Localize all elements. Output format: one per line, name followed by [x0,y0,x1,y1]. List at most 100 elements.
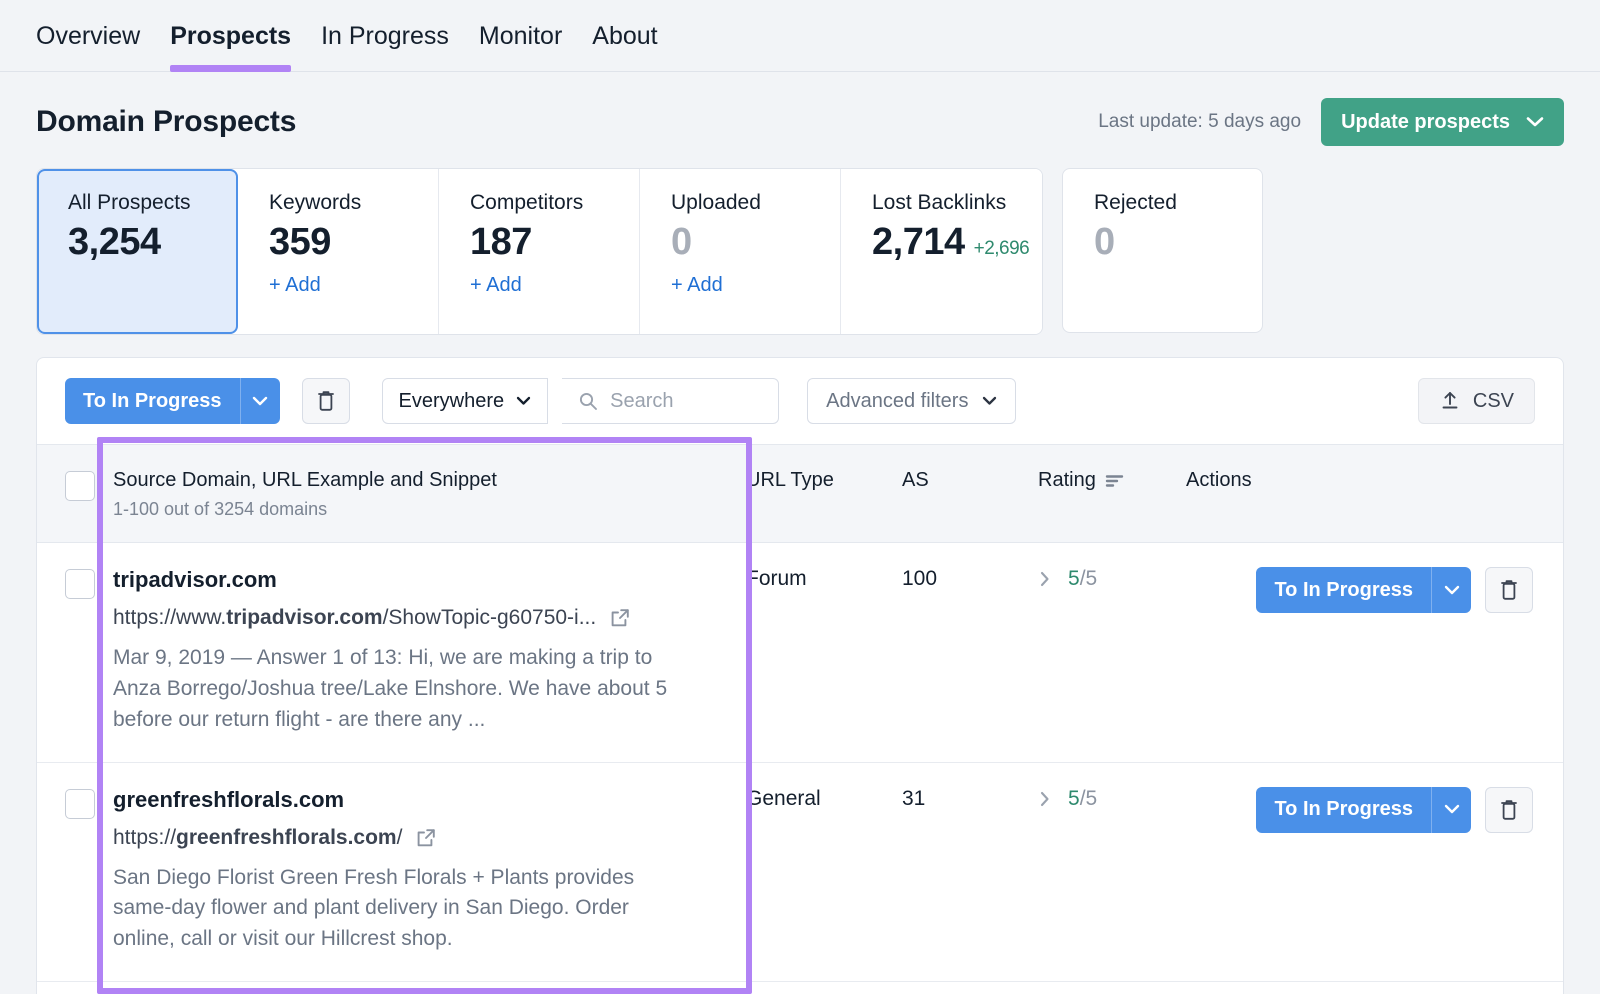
row-delete-button[interactable] [1485,567,1533,613]
stat-card-add-link[interactable]: + Add [470,274,639,297]
stat-card-standalone-wrap: Rejected 0 [1043,168,1263,335]
stat-card-value: 0 [1094,221,1115,264]
row-to-in-progress-caret[interactable] [1431,787,1471,833]
stat-card-keywords[interactable]: Keywords 359 + Add [238,169,439,334]
stat-card-value-wrap: 0 [671,221,840,264]
stat-card-value: 359 [269,221,331,264]
row-url-text[interactable]: https://www.tripadvisor.com/ShowTopic-g6… [113,606,596,630]
stat-card-label: Keywords [269,191,438,215]
row-url-domain: greenfreshflorals.com [176,826,397,849]
trash-icon [1499,578,1519,602]
header-rating[interactable]: Rating [1020,445,1186,543]
row-rating-max: /5 [1080,567,1098,590]
export-csv-label: CSV [1473,390,1514,413]
row-source-cell: greenfreshflorals.comhttps://greenfreshf… [113,762,746,982]
main-tab-bar: Overview Prospects In Progress Monitor About [0,0,1600,72]
select-all-checkbox[interactable] [65,471,95,501]
row-rating-inner: 5/5 [1038,567,1186,591]
row-as: 31 [902,762,1020,982]
row-url-text[interactable]: https://greenfreshflorals.com/ [113,826,402,850]
sort-icon[interactable] [1105,473,1125,489]
row-snippet: Mar 9, 2019 — Answer 1 of 13: Hi, we are… [113,643,686,736]
stat-card-group: All Prospects3,254Keywords359+ AddCompet… [36,168,1043,335]
nav-tab-prospects[interactable]: Prospects [170,0,291,72]
row-rating-cell: 5/5 [1020,543,1186,763]
stat-card-value: 187 [470,221,532,264]
nav-tab-label: In Progress [321,22,449,51]
header-as[interactable]: AS [902,445,1020,543]
row-rating-score: 5/5 [1068,787,1097,811]
scope-select-label: Everywhere [399,390,505,413]
table-row: tripadvisor.com https://www.tripadvisor.c… [37,543,1563,763]
row-checkbox[interactable] [65,789,95,819]
advanced-filters-label: Advanced filters [826,390,968,413]
row-url-suffix: /ShowTopic-g60750-i... [383,606,597,629]
row-actions-cell: To In Progress [1186,543,1563,763]
chevron-down-icon [982,396,997,406]
row-snippet: San Diego Florist Green Fresh Florals + … [113,863,686,956]
row-to-in-progress-caret[interactable] [1431,567,1471,613]
bulk-delete-button[interactable] [302,378,350,424]
search-input[interactable] [610,390,762,413]
expand-rating-icon[interactable] [1038,569,1052,589]
header-source-cell: Source Domain, URL Example and Snippet 1… [113,445,746,543]
header-url-type[interactable]: URL Type [746,445,902,543]
bulk-to-in-progress-button[interactable]: To In Progress [65,378,280,424]
row-rating-value: 5 [1068,787,1080,810]
row-url-suffix: / [397,826,403,849]
row-url-type: General [746,762,902,982]
header-actions: Last update: 5 days ago Update prospects [1098,98,1564,146]
row-url-line: https://www.tripadvisor.com/ShowTopic-g6… [113,606,746,630]
row-actions: To In Progress [1186,567,1563,613]
last-update-text: Last update: 5 days ago [1098,111,1301,133]
row-select-cell [37,762,113,982]
advanced-filters-button[interactable]: Advanced filters [807,378,1016,424]
scope-select[interactable]: Everywhere [382,378,549,424]
row-select-cell [37,543,113,763]
header-select-all-cell [37,445,113,543]
row-url-line: https://greenfreshflorals.com/ [113,826,746,850]
stat-card-competitors[interactable]: Competitors 187 + Add [439,169,640,334]
stat-card-all-prospects[interactable]: All Prospects3,254 [37,169,238,334]
search-box[interactable] [562,378,779,424]
stat-card-value-wrap: 0 [1094,221,1262,264]
prospects-panel: To In Progress Everywhere [36,357,1564,994]
stat-card-label: All Prospects [68,191,237,215]
row-delete-button[interactable] [1485,787,1533,833]
row-domain[interactable]: tripadvisor.com [113,567,746,593]
export-csv-button[interactable]: CSV [1418,378,1535,424]
stat-card-delta: +2,696 [974,238,1030,260]
nav-tab-label: Prospects [170,22,291,51]
nav-tab-about[interactable]: About [592,0,657,72]
row-checkbox[interactable] [65,569,95,599]
bulk-to-in-progress-caret[interactable] [240,378,280,424]
stat-card-label: Lost Backlinks [872,191,1042,215]
stat-card-label: Rejected [1094,191,1262,215]
stat-card-add-link[interactable]: + Add [671,274,840,297]
stat-card-value: 0 [671,221,692,264]
row-domain[interactable]: greenfreshflorals.com [113,787,746,813]
table-head: Source Domain, URL Example and Snippet 1… [37,445,1563,543]
stat-card-uploaded[interactable]: Uploaded0+ Add [640,169,841,334]
row-rating-score: 5/5 [1068,567,1097,591]
stat-card-add-link[interactable]: + Add [269,274,438,297]
update-prospects-label: Update prospects [1341,111,1510,134]
update-prospects-button[interactable]: Update prospects [1321,98,1564,146]
nav-tab-monitor[interactable]: Monitor [479,0,562,72]
row-to-in-progress-label: To In Progress [1256,787,1431,833]
trash-icon [1499,798,1519,822]
stat-card-lost-backlinks[interactable]: Lost Backlinks2,714+2,696 [841,169,1042,334]
expand-rating-icon[interactable] [1038,789,1052,809]
page-title: Domain Prospects [36,105,296,139]
stat-card-rejected[interactable]: Rejected 0 [1062,168,1263,333]
row-to-in-progress-button[interactable]: To In Progress [1256,567,1471,613]
row-source-cell: tripadvisor.com https://www.tripadvisor.c… [113,543,746,763]
external-link-icon[interactable] [609,607,631,629]
row-url-prefix: https://www. [113,606,226,629]
row-to-in-progress-button[interactable]: To In Progress [1256,787,1471,833]
external-link-icon[interactable] [415,827,437,849]
row-url-prefix: https:// [113,826,176,849]
nav-tab-in-progress[interactable]: In Progress [321,0,449,72]
stat-card-label: Competitors [470,191,639,215]
nav-tab-overview[interactable]: Overview [36,0,140,72]
